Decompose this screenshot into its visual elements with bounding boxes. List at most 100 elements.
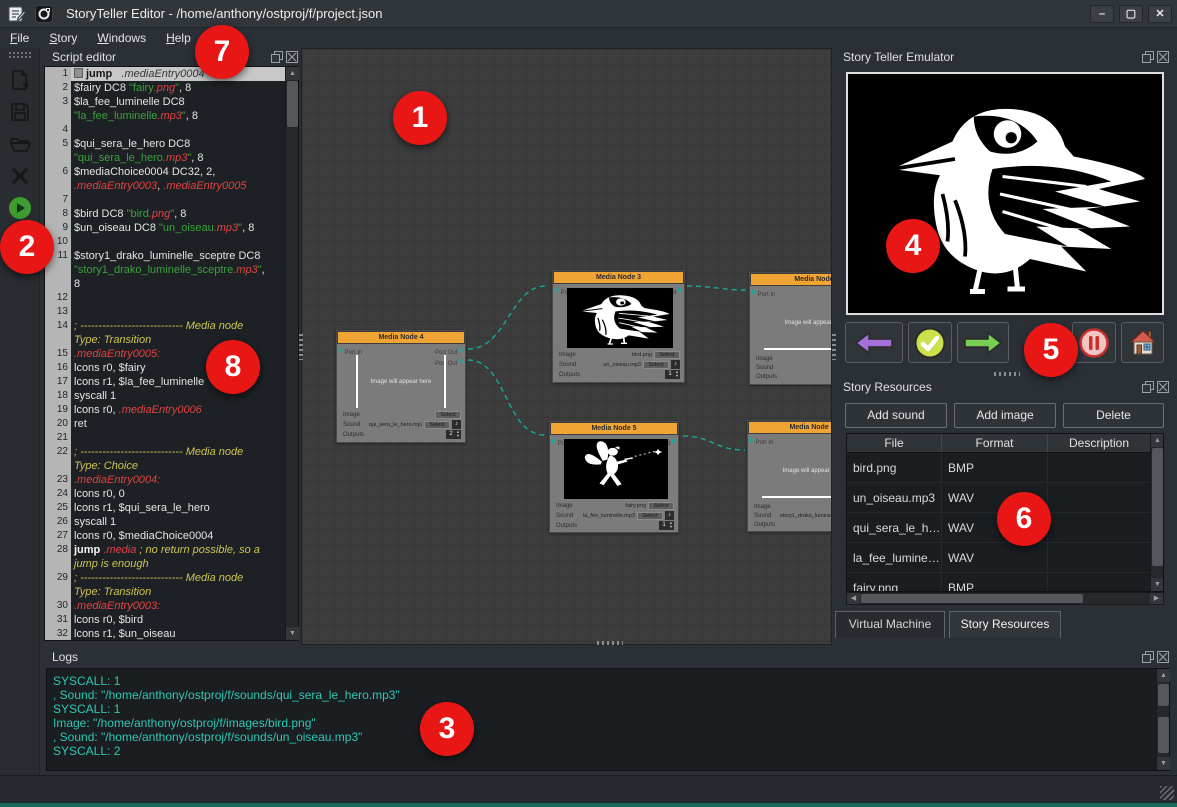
node-image-bird xyxy=(567,288,673,348)
emulator-ok-button[interactable] xyxy=(908,322,952,363)
select-sound-button[interactable]: Select xyxy=(424,421,450,429)
annotation-badge: 2 xyxy=(0,220,54,274)
scroll-left-icon[interactable]: ◀ xyxy=(847,593,860,604)
resize-grip[interactable] xyxy=(1160,786,1174,800)
float-icon[interactable] xyxy=(1142,51,1154,63)
resources-header[interactable]: Story Resources xyxy=(843,378,1171,396)
code-line: 26syscall 1 xyxy=(45,515,285,529)
node-title[interactable]: Media Node 4 xyxy=(337,331,465,344)
media-node-6[interactable]: Media Node 6 Port In Image will appear h… xyxy=(747,420,832,532)
code-line: .mediaEntry0003, .mediaEntry0005 xyxy=(45,179,285,193)
speaker-icon[interactable]: ♪ xyxy=(452,420,461,429)
maximize-button[interactable]: ▢ xyxy=(1119,5,1143,23)
open-folder-icon[interactable] xyxy=(7,131,33,157)
node-title[interactable]: Media Node xyxy=(750,273,832,286)
resources-table-scrollbar[interactable]: ▲ ▼ xyxy=(1150,434,1163,591)
script-editor[interactable]: 1jump .mediaEntry00042$fairy DC8 "fairy.… xyxy=(44,66,299,641)
select-image-button[interactable]: Select xyxy=(435,411,461,419)
save-icon[interactable] xyxy=(7,99,33,125)
resources-title: Story Resources xyxy=(843,380,1142,394)
outputs-stepper[interactable]: 1▲▼ xyxy=(659,521,674,530)
scroll-down-icon[interactable]: ▼ xyxy=(286,627,299,640)
speaker-icon[interactable]: ♪ xyxy=(671,360,680,369)
code-line: 14; ---------------------------- Media n… xyxy=(45,319,285,333)
scroll-up-icon[interactable]: ▲ xyxy=(1151,434,1164,447)
run-icon[interactable] xyxy=(7,195,33,221)
splitter-handle[interactable] xyxy=(832,334,836,360)
title-bar[interactable]: StoryTeller Editor - /home/anthony/ostpr… xyxy=(0,0,1177,28)
logs-console[interactable]: SYSCALL: 1, Sound: "/home/anthony/ostpro… xyxy=(46,668,1170,771)
node-graph-canvas[interactable]: Media Node 4 Port In Port Out Port Out I… xyxy=(301,48,832,645)
close-icon[interactable] xyxy=(1157,651,1169,663)
menu-help[interactable]: Help xyxy=(156,29,201,47)
table-row[interactable]: fairy.pngBMP xyxy=(847,573,1163,592)
code-line: 25lcons r1, $qui_sera_le_hero xyxy=(45,501,285,515)
media-node-3[interactable]: Media Node 3 Port In Port Out Imagebird.… xyxy=(552,270,685,383)
close-button[interactable]: ✕ xyxy=(1148,5,1172,23)
code-line: 8 xyxy=(45,277,285,291)
emulator-pause-button[interactable] xyxy=(1072,322,1116,363)
emulator-next-button[interactable] xyxy=(957,322,1009,363)
add-image-button[interactable]: Add image xyxy=(954,403,1056,428)
window-icon xyxy=(34,4,54,24)
tab-virtual-machine[interactable]: Virtual Machine xyxy=(835,611,945,638)
tab-story-resources[interactable]: Story Resources xyxy=(949,611,1061,638)
emulator-home-button[interactable] xyxy=(1121,322,1164,363)
table-row[interactable]: bird.pngBMP xyxy=(847,453,1163,483)
menu-story[interactable]: Story xyxy=(39,29,87,47)
toolbar-drag-handle[interactable] xyxy=(9,52,31,59)
resources-h-scrollbar[interactable]: ◀ ▶ xyxy=(846,592,1164,605)
float-icon[interactable] xyxy=(1142,381,1154,393)
splitter-handle[interactable] xyxy=(994,372,1020,376)
code-line: 22; ---------------------------- Media n… xyxy=(45,445,285,459)
close-icon[interactable] xyxy=(286,51,298,63)
splitter-handle[interactable] xyxy=(299,334,303,360)
media-node-clipped[interactable]: Media Node Port In Image will appear her… xyxy=(749,272,832,385)
node-title[interactable]: Media Node 5 xyxy=(550,422,678,435)
emulator-screen xyxy=(846,72,1164,315)
close-project-icon[interactable] xyxy=(7,163,33,189)
add-sound-button[interactable]: Add sound xyxy=(845,403,947,428)
menu-windows[interactable]: Windows xyxy=(87,29,156,47)
select-image-button[interactable]: Select xyxy=(654,351,680,359)
scroll-up-icon[interactable]: ▲ xyxy=(286,67,299,80)
close-icon[interactable] xyxy=(1157,381,1169,393)
scroll-right-icon[interactable]: ▶ xyxy=(1150,593,1163,604)
table-row[interactable]: la_fee_luminelle.mp3WAV xyxy=(847,543,1163,573)
menu-file[interactable]: File xyxy=(0,29,39,47)
column-file: File xyxy=(847,434,942,452)
outputs-stepper[interactable]: 2▲▼ xyxy=(446,430,461,439)
speaker-icon[interactable]: ♪ xyxy=(665,511,674,520)
script-editor-header[interactable]: Script editor xyxy=(52,48,300,66)
close-icon[interactable] xyxy=(1157,51,1169,63)
script-editor-scrollbar[interactable]: ▲ ▼ xyxy=(285,67,298,640)
emulator-previous-button[interactable] xyxy=(845,322,903,363)
select-sound-button[interactable]: Select xyxy=(637,512,663,520)
float-icon[interactable] xyxy=(271,51,283,63)
code-line: 19lcons r0, .mediaEntry0006 xyxy=(45,403,285,417)
media-node-5[interactable]: Media Node 5 Port In Port Out Imagefairy… xyxy=(549,421,679,533)
node-title[interactable]: Media Node 6 xyxy=(748,421,832,434)
storyteller-editor-window: StoryTeller Editor - /home/anthony/ostpr… xyxy=(0,0,1177,807)
bird-image xyxy=(855,78,1155,310)
float-icon[interactable] xyxy=(1142,651,1154,663)
scroll-down-icon[interactable]: ▼ xyxy=(1157,757,1170,770)
splitter-handle[interactable] xyxy=(597,641,623,645)
emulator-header[interactable]: Story Teller Emulator xyxy=(843,48,1171,66)
new-document-icon[interactable] xyxy=(7,67,33,93)
minimize-button[interactable]: – xyxy=(1090,5,1114,23)
outputs-stepper[interactable]: 1▲▼ xyxy=(665,370,680,379)
logs-scrollbar[interactable]: ▲ ▼ xyxy=(1156,669,1169,770)
scroll-down-icon[interactable]: ▼ xyxy=(1151,578,1164,591)
node-title[interactable]: Media Node 3 xyxy=(553,271,684,284)
select-image-button[interactable]: Select xyxy=(648,502,674,510)
menu-bar: File Story Windows Help xyxy=(0,28,1177,48)
media-node-4[interactable]: Media Node 4 Port In Port Out Port Out I… xyxy=(336,330,466,443)
delete-button[interactable]: Delete xyxy=(1063,403,1164,428)
image-placeholder: Image will appear here xyxy=(356,355,446,408)
logs-header[interactable]: Logs xyxy=(52,648,1171,666)
image-placeholder: Image will appear here xyxy=(764,297,832,350)
scroll-up-icon[interactable]: ▲ xyxy=(1157,669,1170,682)
code-line: 24lcons r0, 0 xyxy=(45,487,285,501)
select-sound-button[interactable]: Select xyxy=(643,361,669,369)
